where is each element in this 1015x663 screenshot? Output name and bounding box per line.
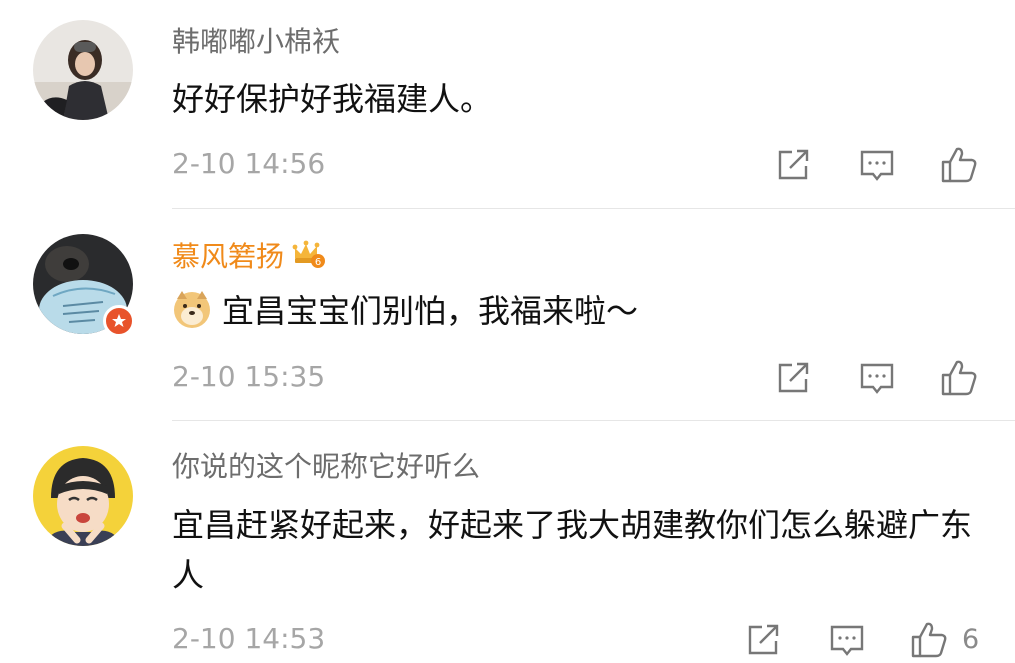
timestamp: 2-10 14:53	[172, 622, 326, 655]
divider	[172, 420, 1015, 421]
username[interactable]: 韩嘟嘟小棉袄	[172, 24, 340, 60]
avatar[interactable]	[33, 20, 133, 120]
vip-level: 6	[315, 257, 321, 268]
divider	[172, 208, 1015, 209]
comment-icon[interactable]	[826, 619, 868, 661]
share-icon[interactable]	[772, 144, 814, 186]
like-count: 6	[962, 624, 980, 655]
thumbs-up-icon[interactable]	[908, 619, 950, 661]
comment-text: 宜昌宝宝们别怕，我福来啦～	[172, 286, 1002, 336]
avatar[interactable]	[33, 446, 133, 546]
comment-icon[interactable]	[856, 357, 898, 399]
vip-crown-icon: 6	[292, 236, 326, 270]
share-icon[interactable]	[772, 357, 814, 399]
username[interactable]: 慕风箬扬 6	[172, 236, 326, 275]
share-icon[interactable]	[742, 619, 784, 661]
timestamp: 2-10 14:56	[172, 147, 326, 180]
comment-text-body: 宜昌宝宝们别怕，我福来啦～	[222, 292, 639, 330]
thumbs-up-icon[interactable]	[938, 357, 980, 399]
username[interactable]: 你说的这个昵称它好听么	[172, 449, 480, 485]
username-text[interactable]: 慕风箬扬	[172, 240, 284, 273]
timestamp: 2-10 15:35	[172, 360, 326, 393]
verified-badge	[103, 305, 135, 337]
comment-text: 好好保护好我福建人。	[172, 80, 493, 118]
comment-icon[interactable]	[856, 144, 898, 186]
doge-emoji-icon	[172, 289, 212, 329]
comment-text: 宜昌赶紧好起来，好起来了我大胡建教你们怎么躲避广东人	[172, 506, 973, 594]
thumbs-up-icon[interactable]	[938, 144, 980, 186]
